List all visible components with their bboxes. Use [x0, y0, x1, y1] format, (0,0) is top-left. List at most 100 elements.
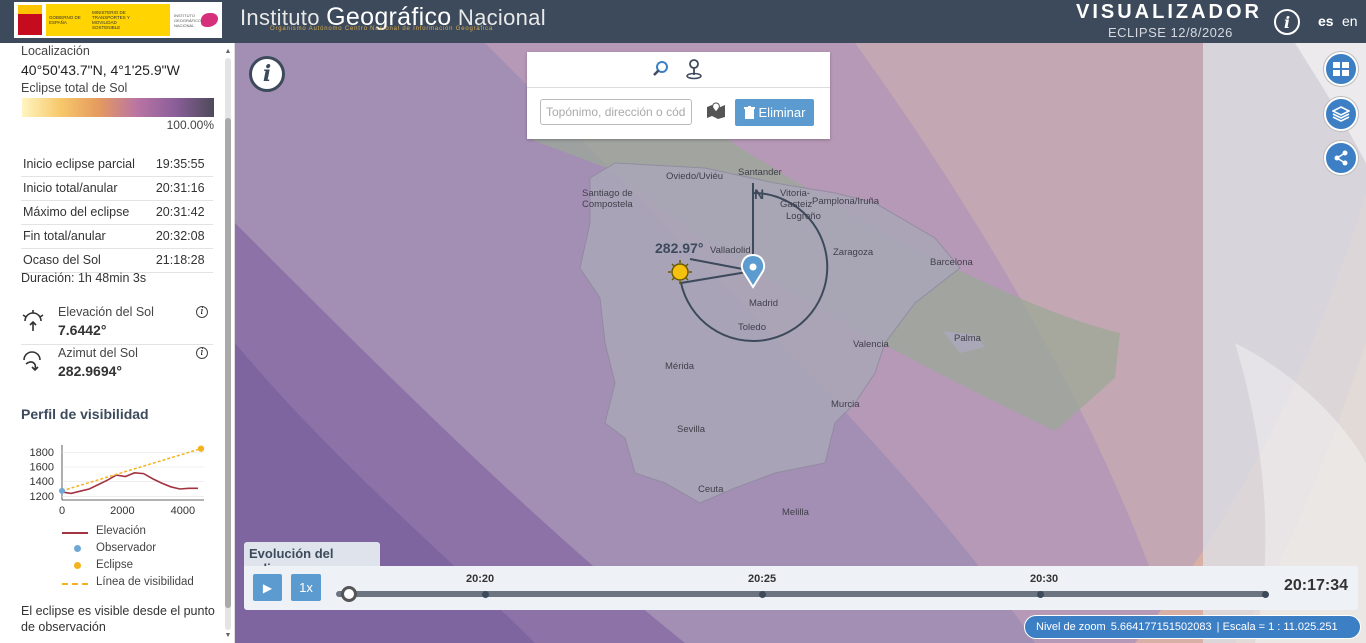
- y-tick-label: 1600: [30, 462, 54, 474]
- visibility-line: [61, 447, 202, 492]
- eclipse-percentage: 100.00%: [166, 118, 214, 132]
- table-row: Inicio total/anular 20:31:16: [21, 176, 213, 201]
- grid-view-button[interactable]: [1324, 52, 1358, 86]
- timeline-tick: [482, 591, 489, 598]
- city-label: Mérida: [665, 361, 695, 372]
- x-tick-label: 0: [59, 505, 65, 517]
- azimuth-info-icon[interactable]: i: [196, 347, 208, 359]
- map-icon[interactable]: [706, 101, 726, 121]
- timeline-tick-label: 20:20: [466, 573, 495, 585]
- sun-azimuth-map-label: 282.97°: [655, 240, 704, 256]
- map-info-icon[interactable]: i: [249, 56, 285, 92]
- timeline-handle[interactable]: [341, 586, 357, 602]
- city-label: Zaragoza: [833, 247, 874, 258]
- timeline-tick-label: 20:30: [1030, 573, 1059, 585]
- current-time: 20:17:34: [1284, 577, 1349, 594]
- share-button[interactable]: [1324, 141, 1358, 175]
- app-title: VISUALIZADOR: [1076, 1, 1262, 23]
- sun-azimuth-row: Azimut del Sol 282.9694° i: [21, 346, 213, 386]
- observer-point: [59, 487, 65, 494]
- y-tick-label: 1200: [30, 491, 54, 503]
- x-tick-label: 2000: [110, 505, 134, 517]
- sun-azimuth-icon: [23, 351, 41, 372]
- search-panel: Eliminar: [527, 52, 830, 139]
- zoom-scale-bar: Nivel de zoom 5.664177151502083 | Escala…: [1024, 615, 1361, 639]
- timeline-tick-label: 20:25: [748, 573, 777, 585]
- visibility-note: El eclipse es visible desde el punto de …: [21, 604, 215, 634]
- city-label: Sevilla: [677, 424, 705, 435]
- sun-icon: [671, 263, 689, 281]
- elevation-line: [61, 472, 198, 495]
- lang-en-button[interactable]: en: [1342, 13, 1358, 29]
- y-tick-label: 1800: [30, 447, 54, 459]
- table-row: Máximo del eclipse 20:31:42: [21, 200, 213, 225]
- zoom-label: Nivel de zoom: [1036, 621, 1106, 633]
- x-tick-label: 4000: [171, 505, 195, 517]
- eclipse-timeline: ▶ 1x 20:20 20:25 20:30 20:17:34: [244, 566, 1358, 610]
- ign-short-name: INSTITUTO GEOGRÁFICO NACIONAL: [174, 12, 202, 28]
- grid-icon: [1333, 62, 1349, 76]
- scale-value: | Escala = 1 : 11.025.251: [1216, 621, 1338, 633]
- sun-azimuth-label: Azimut del Sol: [58, 346, 138, 360]
- sun-elevation-value: 7.6442°: [58, 322, 107, 338]
- eclipse-times-table: Inicio eclipse parcial 19:35:55 Inicio to…: [21, 152, 213, 273]
- scroll-up-arrow-icon[interactable]: ▲: [224, 48, 232, 56]
- ign-logo-icon: [201, 13, 218, 27]
- scroll-down-arrow-icon[interactable]: ▼: [224, 632, 232, 640]
- city-label: Ceuta: [698, 484, 724, 495]
- header-info-icon[interactable]: i: [1274, 9, 1300, 35]
- gov-logo: GOBIERNO DE ESPAÑA MINISTERIO DE TRANSPO…: [14, 2, 222, 38]
- city-label: Valladolid: [710, 245, 751, 256]
- visibility-profile-title: Perfil de visibilidad: [21, 406, 149, 422]
- scroll-thumb[interactable]: [225, 118, 231, 608]
- layers-icon: [1332, 106, 1350, 122]
- timeline-tick: [759, 591, 766, 598]
- ign-subtitle: Organismo Autónomo Centro Nacional de In…: [270, 26, 494, 32]
- search-icon[interactable]: [652, 60, 670, 78]
- city-label: Barcelona: [930, 257, 973, 268]
- app-header: GOBIERNO DE ESPAÑA MINISTERIO DE TRANSPO…: [0, 0, 1366, 43]
- lang-es-button[interactable]: es: [1318, 13, 1334, 29]
- city-label: Oviedo/Uviéu: [666, 171, 724, 182]
- zoom-value: 5.664177151502083: [1110, 621, 1212, 633]
- eclipse-type-label: Eclipse total de Sol: [21, 81, 128, 95]
- table-row: Inicio eclipse parcial 19:35:55: [21, 152, 213, 177]
- sun-azimuth-value: 282.9694°: [58, 363, 122, 379]
- city-label: Palma: [954, 333, 981, 344]
- sun-elevation-label: Elevación del Sol: [58, 305, 154, 319]
- city-label: Melilla: [782, 507, 809, 518]
- location-label: Localización: [21, 44, 90, 58]
- share-icon: [1334, 150, 1348, 166]
- timeline-tick: [1262, 591, 1269, 598]
- layers-button[interactable]: [1324, 97, 1358, 131]
- spain-shield-icon: [18, 5, 42, 35]
- table-row: Fin total/anular 20:32:08: [21, 224, 213, 249]
- city-label: Murcia: [831, 399, 860, 410]
- ministry-name: MINISTERIO DE TRANSPORTES Y MOVILIDAD SO…: [92, 10, 130, 30]
- sun-elevation-icon: [22, 310, 44, 331]
- trash-icon: [743, 106, 755, 119]
- sidebar-scrollbar[interactable]: ▲ ▼: [224, 48, 232, 640]
- city-label: Toledo: [738, 322, 766, 333]
- city-label: Santiago de Compostela: [582, 188, 633, 210]
- eclipse-duration: Duración: 1h 48min 3s: [21, 271, 147, 285]
- timeline-track[interactable]: [336, 591, 1268, 597]
- y-tick-label: 1400: [30, 476, 54, 488]
- city-label: Madrid: [749, 298, 779, 309]
- timeline-tick: [1037, 591, 1044, 598]
- table-row: Ocaso del Sol 21:18:28: [21, 248, 213, 273]
- city-label: Santander: [738, 167, 782, 178]
- play-button[interactable]: ▶: [253, 574, 282, 601]
- elevation-info-icon[interactable]: i: [196, 306, 208, 318]
- speed-button[interactable]: 1x: [291, 574, 321, 601]
- app-subtitle: ECLIPSE 12/8/2026: [1108, 25, 1233, 40]
- eclipse-gradient-bar: [22, 98, 214, 117]
- visibility-profile-chart: 1800 1600 1400 1200 0 2000 4000: [30, 445, 205, 517]
- marker-icon[interactable]: [685, 58, 703, 80]
- search-input[interactable]: [540, 99, 692, 125]
- sun-elevation-row: Elevación del Sol 7.6442° i: [21, 305, 213, 345]
- gov-name: GOBIERNO DE ESPAÑA: [49, 15, 81, 25]
- city-label: Pamplona/Iruña: [812, 196, 880, 207]
- delete-button[interactable]: Eliminar: [735, 99, 814, 126]
- location-value: 40°50'43.7"N, 4°1'25.9"W: [21, 62, 180, 78]
